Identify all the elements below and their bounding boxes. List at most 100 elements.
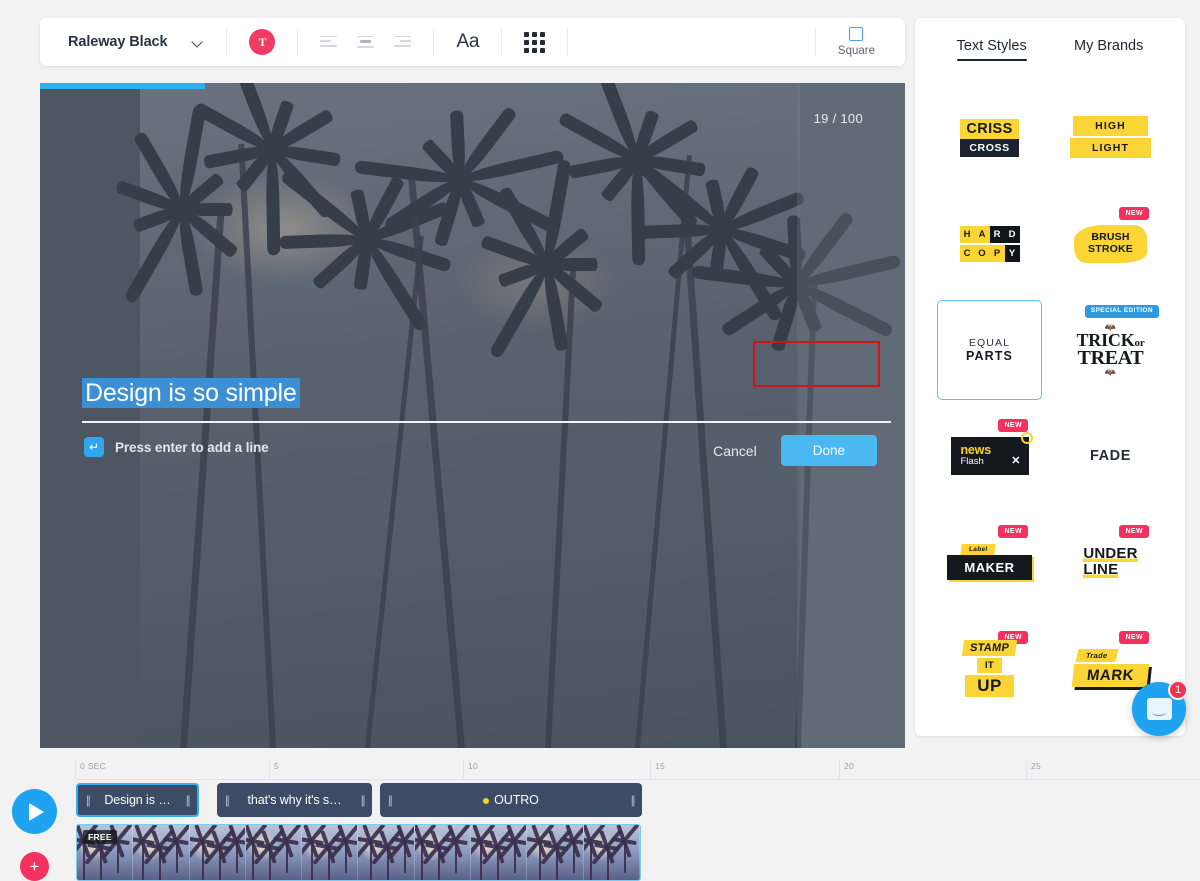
style-line1: UNDER [1083,546,1137,562]
clip-handle-right[interactable]: || [186,793,191,807]
style-line2: PARTS [966,349,1013,363]
style-stamp-it-up[interactable]: NEW STAMP IT UP [929,615,1050,721]
style-line1: CRISS [960,119,1019,139]
filmstrip-frame [358,825,415,880]
style-line1: FADE [1089,448,1132,464]
new-badge: NEW [998,525,1028,539]
filmstrip-frame [302,825,359,880]
style-line1b: IT [976,657,1003,673]
add-line-hint-label: Press enter to add a line [115,439,269,455]
toolbar-divider [567,28,569,56]
timeline-tick: 15 [650,760,665,780]
cancel-button[interactable]: Cancel [713,443,757,459]
font-selector[interactable]: Raleway Black [40,18,204,66]
align-left-icon[interactable] [320,35,338,49]
style-label-maker[interactable]: NEW Label MAKER [929,509,1050,615]
timeline-tick: 10 [463,760,478,780]
style-line1: Trade [1075,649,1118,662]
style-hard-copy[interactable]: HARD COPY [929,191,1050,297]
background-video-frame [114,83,902,748]
chat-widget-button[interactable]: 1 [1132,680,1188,736]
timeline-clip[interactable]: || that's why it's s… || [217,783,372,817]
toolbar-divider [297,28,299,56]
video-progress-bar[interactable] [40,83,205,89]
toolbar-divider [814,28,816,56]
palm-trunk [683,224,727,748]
timeline-tick: 20 [839,760,854,780]
style-equal-parts[interactable]: EQUAL PARTS [937,300,1042,400]
clip-handle-right[interactable]: || [631,793,636,807]
filmstrip-frame [189,825,246,880]
style-trick-or-treat[interactable]: SPECIAL EDITION 🦇 TRICKor TREAT 🦇 [1050,297,1171,403]
timeline-tick-label: 25 [1031,761,1042,771]
style-line1: STAMP [961,639,1018,656]
tab-text-styles[interactable]: Text Styles [956,38,1027,61]
style-line2: TREAT [1077,347,1144,370]
play-icon [29,802,44,821]
font-size-button[interactable]: Aa [456,31,479,53]
clip-label: OUTRO [391,793,631,807]
clip-handle-right[interactable]: || [361,793,366,807]
font-name-label: Raleway Black [68,34,168,50]
clip-label: Design is … [104,793,171,807]
timeline-tick-label: 10 [468,761,479,771]
timeline-clip[interactable]: || OUTRO || [380,783,642,817]
text-edit-value: Design is so simple [82,378,300,408]
chat-bubble-icon [1146,698,1172,720]
style-line2: MARK [1071,664,1150,687]
filmstrip-frame [471,825,528,880]
tab-my-brands[interactable]: My Brands [1074,38,1143,61]
done-button[interactable]: Done [780,435,877,466]
style-high-light[interactable]: HIGH LIGHT [1050,85,1171,191]
style-fade[interactable]: FADE [1050,403,1171,509]
align-right-icon[interactable] [394,35,412,49]
add-line-hint: ↵ Press enter to add a line [84,437,269,457]
aspect-ratio-button[interactable]: Square [838,27,905,57]
style-line2: STROKE [1088,242,1133,255]
square-icon [849,27,864,41]
palm-trunk [180,204,226,748]
text-color-button[interactable]: T [249,29,276,55]
style-brush-stroke[interactable]: NEW BRUSH STROKE [1050,191,1171,297]
video-editor-app: Raleway Black T Aa Square 19 / 100 Desig… [0,0,1200,881]
style-criss-cross[interactable]: CRISS CROSS [929,85,1050,191]
filmstrip-frame [583,825,640,880]
style-line2: COPY [959,245,1020,262]
play-button[interactable] [12,789,57,834]
style-swatch: news Flash ✕ [950,431,1033,476]
timeline-clip[interactable]: || Design is … || [76,783,199,817]
aspect-ratio-label: Square [837,45,875,57]
text-styles-panel: Text Styles My Brands CRISS CROSS HIGH L… [915,18,1185,736]
filmstrip-frame [133,825,190,880]
text-field-divider [82,421,891,423]
grid-layout-icon[interactable] [524,31,546,53]
style-line2: CROSS [960,139,1019,157]
special-edition-badge: SPECIAL EDITION [1084,305,1159,318]
enter-key-icon: ↵ [84,437,104,457]
timeline-ruler[interactable]: 0 SEC 5 10 15 20 25 [75,760,1200,780]
filmstrip-frame [527,825,584,880]
canvas-right-letterbox [797,83,905,748]
edit-actions: Cancel Done [713,435,877,466]
add-media-button[interactable]: + [20,852,49,881]
timeline-filmstrip[interactable]: FREE [76,824,641,881]
text-edit-field[interactable]: Design is so simple [82,377,300,410]
filmstrip-frame [245,825,303,880]
align-center-icon[interactable] [357,35,375,49]
video-preview-canvas[interactable]: 19 / 100 Design is so simple ↵ Press ent… [40,83,905,748]
style-line1: HIGH [1073,116,1148,136]
panel-tab-bar: Text Styles My Brands [915,18,1185,61]
new-badge: NEW [1119,631,1149,645]
free-badge: FREE [83,830,117,844]
character-counter: 19 / 100 [813,111,863,126]
chevron-down-icon[interactable] [193,37,204,48]
timeline-tick: 25 [1026,760,1041,780]
text-align-group [320,35,412,49]
canvas-left-letterbox [40,83,140,748]
timeline-tick-label: 5 [274,761,280,771]
new-badge: NEW [1119,207,1149,221]
style-news-flash[interactable]: NEW news Flash ✕ [929,403,1050,509]
style-under-line[interactable]: NEW UNDER LINE [1050,509,1171,615]
close-icon: ✕ [1011,455,1021,468]
style-line1: BRUSH [1091,230,1130,243]
